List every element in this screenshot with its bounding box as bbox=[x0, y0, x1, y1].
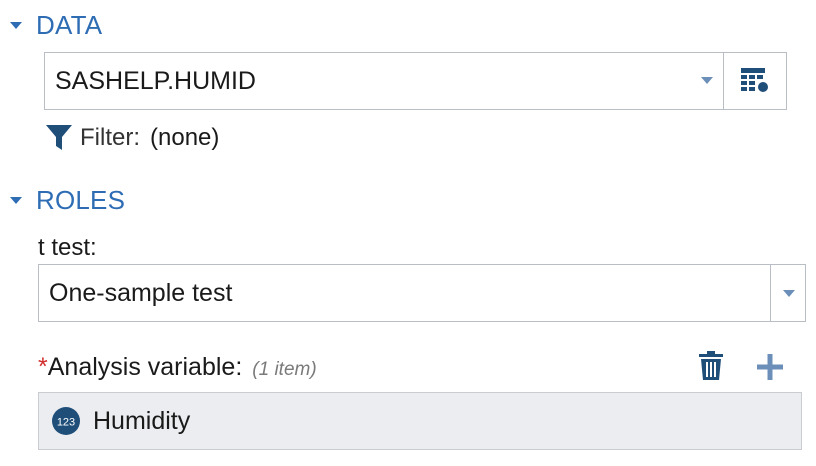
ttest-select[interactable]: One-sample test bbox=[38, 264, 806, 322]
numeric-icon: 123 bbox=[52, 407, 80, 435]
roles-section-header[interactable]: ROLES bbox=[10, 185, 125, 216]
ttest-value: One-sample test bbox=[49, 278, 233, 307]
plus-icon[interactable] bbox=[755, 352, 785, 382]
filter-row[interactable]: Filter: (none) bbox=[44, 122, 219, 154]
table-select-button[interactable] bbox=[724, 52, 787, 110]
table-select-icon bbox=[741, 68, 768, 92]
chevron-down-icon[interactable] bbox=[783, 290, 795, 297]
filter-icon[interactable] bbox=[44, 122, 74, 154]
data-source-value: SASHELP.HUMID bbox=[55, 66, 256, 95]
list-item[interactable]: 123 Humidity bbox=[51, 393, 190, 449]
filter-value: (none) bbox=[150, 124, 220, 151]
data-source-select[interactable]: SASHELP.HUMID bbox=[44, 52, 724, 110]
ttest-label: t test: bbox=[38, 234, 97, 261]
chevron-down-icon[interactable] bbox=[701, 77, 713, 84]
variable-name: Humidity bbox=[93, 406, 191, 435]
section-title-data: DATA bbox=[36, 10, 103, 40]
item-count: (1 item) bbox=[252, 359, 317, 380]
trash-icon[interactable] bbox=[697, 350, 725, 382]
caret-down-icon bbox=[10, 197, 22, 204]
analysis-variable-list[interactable]: 123 Humidity bbox=[38, 392, 802, 450]
analysis-variable-text: Analysis variable: bbox=[47, 353, 243, 381]
required-marker: * bbox=[38, 353, 48, 381]
data-section-header[interactable]: DATA bbox=[10, 10, 102, 41]
caret-down-icon bbox=[10, 22, 22, 29]
filter-label: Filter: bbox=[80, 124, 140, 151]
analysis-variable-label: * Analysis variable: (1 item) bbox=[38, 353, 317, 382]
dropdown-divider bbox=[770, 265, 771, 321]
section-title-roles: ROLES bbox=[36, 185, 126, 215]
svg-text:123: 123 bbox=[57, 417, 75, 429]
